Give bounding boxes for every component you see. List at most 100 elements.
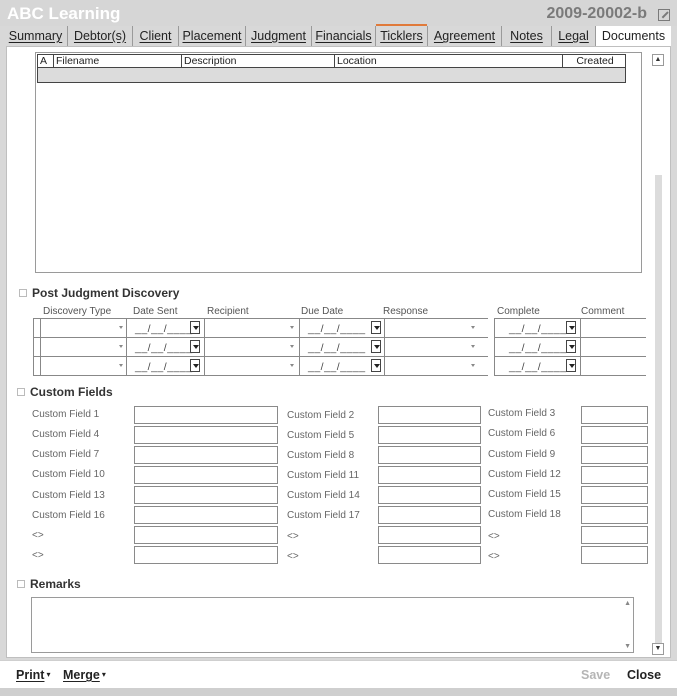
custom-field-5-input[interactable] (378, 426, 481, 444)
scroll-thumb[interactable] (655, 175, 662, 643)
custom-field-extra-input[interactable] (581, 546, 648, 564)
scroll-up-arrow-icon[interactable]: ▲ (652, 54, 664, 66)
scroll-down-arrow-icon[interactable]: ▼ (624, 643, 631, 650)
custom-field-label: <> (287, 531, 299, 542)
tab-debtors[interactable]: Debtor(s) (68, 26, 133, 46)
custom-field-16-input[interactable] (134, 506, 278, 524)
response-select[interactable] (384, 357, 480, 375)
row-selector[interactable] (33, 319, 40, 337)
close-button[interactable]: Close (627, 668, 661, 682)
col-header-location[interactable]: Location (335, 55, 563, 67)
tab-notes[interactable]: Notes (502, 26, 552, 46)
save-button[interactable]: Save (581, 668, 610, 682)
merge-label: Merge (63, 668, 100, 682)
recipient-select[interactable] (204, 338, 299, 356)
tab-placement[interactable]: Placement (179, 26, 246, 46)
scroll-down-arrow-icon[interactable]: ▼ (652, 643, 664, 655)
custom-field-13-input[interactable] (134, 486, 278, 504)
complete-date-field[interactable]: __/__/____ (494, 319, 580, 337)
section-collapse-icon[interactable] (17, 388, 25, 396)
remarks-title: Remarks (17, 577, 81, 591)
complete-date-field[interactable]: __/__/____ (494, 338, 580, 356)
date-sent-field[interactable]: __/__/____ (126, 319, 204, 337)
calendar-dropdown-icon[interactable] (371, 359, 381, 372)
custom-field-extra-input[interactable] (378, 546, 481, 564)
custom-field-1-input[interactable] (134, 406, 278, 424)
custom-field-9-input[interactable] (581, 446, 648, 464)
col-header-description[interactable]: Description (182, 55, 335, 67)
due-date-field[interactable]: __/__/____ (299, 357, 384, 375)
response-select[interactable] (384, 319, 480, 337)
custom-field-18-input[interactable] (581, 506, 648, 524)
calendar-dropdown-icon[interactable] (190, 359, 200, 372)
col-header-comment: Comment (581, 306, 625, 317)
custom-field-extra-input[interactable] (134, 546, 278, 564)
chevron-down-icon: ▾ (46, 670, 51, 679)
custom-field-3-input[interactable] (581, 406, 648, 424)
recipient-select[interactable] (204, 357, 299, 375)
calendar-dropdown-icon[interactable] (566, 340, 576, 353)
due-date-field[interactable]: __/__/____ (299, 319, 384, 337)
documents-new-row[interactable] (37, 68, 626, 83)
chevron-down-icon (471, 326, 475, 329)
date-sent-field[interactable]: __/__/____ (126, 338, 204, 356)
custom-field-6-input[interactable] (581, 426, 648, 444)
comment-field[interactable] (580, 319, 646, 337)
custom-field-11-input[interactable] (378, 466, 481, 484)
custom-field-17-input[interactable] (378, 506, 481, 524)
tab-judgment[interactable]: Judgment (246, 26, 312, 46)
tab-financials[interactable]: Financials (312, 26, 376, 46)
calendar-dropdown-icon[interactable] (566, 359, 576, 372)
calendar-dropdown-icon[interactable] (371, 321, 381, 334)
comment-field[interactable] (580, 338, 646, 356)
merge-menu-button[interactable]: Merge ▾ (63, 668, 106, 682)
custom-field-extra-input[interactable] (378, 526, 481, 544)
custom-field-label: Custom Field 5 (287, 430, 355, 441)
comment-field[interactable] (580, 357, 646, 375)
tab-summary[interactable]: Summary (4, 26, 68, 46)
discovery-type-select[interactable] (40, 319, 126, 337)
col-header-created[interactable]: Created (563, 55, 625, 67)
custom-field-8-input[interactable] (378, 446, 481, 464)
response-select[interactable] (384, 338, 480, 356)
complete-date-field[interactable]: __/__/____ (494, 357, 580, 375)
tab-ticklers[interactable]: Ticklers (376, 24, 428, 46)
discovery-type-select[interactable] (40, 357, 126, 375)
calendar-dropdown-icon[interactable] (566, 321, 576, 334)
custom-field-12-input[interactable] (581, 466, 648, 484)
tab-legal[interactable]: Legal (552, 26, 596, 46)
calendar-dropdown-icon[interactable] (371, 340, 381, 353)
custom-field-14-input[interactable] (378, 486, 481, 504)
scroll-up-arrow-icon[interactable]: ▲ (624, 600, 631, 607)
row-selector[interactable] (33, 338, 40, 356)
section-collapse-icon[interactable] (19, 289, 27, 297)
documents-list[interactable]: A Filename Description Location Created (35, 52, 642, 273)
remarks-textarea[interactable]: ▲ ▼ (31, 597, 634, 653)
custom-field-label: Custom Field 2 (287, 410, 355, 421)
discovery-type-select[interactable] (40, 338, 126, 356)
print-menu-button[interactable]: Print ▾ (16, 668, 51, 682)
custom-field-7-input[interactable] (134, 446, 278, 464)
col-header-a[interactable]: A (38, 55, 54, 67)
custom-field-4-input[interactable] (134, 426, 278, 444)
due-date-field[interactable]: __/__/____ (299, 338, 384, 356)
tab-documents[interactable]: Documents (596, 26, 671, 46)
custom-field-extra-input[interactable] (581, 526, 648, 544)
tab-label: Documents (601, 29, 666, 43)
recipient-select[interactable] (204, 319, 299, 337)
col-header-filename[interactable]: Filename (54, 55, 182, 67)
popout-icon[interactable] (658, 9, 670, 21)
col-header-date-sent: Date Sent (133, 306, 178, 317)
tab-agreement[interactable]: Agreement (428, 26, 502, 46)
vertical-scrollbar[interactable]: ▲ ▼ (652, 51, 666, 655)
calendar-dropdown-icon[interactable] (190, 321, 200, 334)
section-collapse-icon[interactable] (17, 580, 25, 588)
row-selector[interactable] (33, 357, 40, 375)
custom-field-10-input[interactable] (134, 466, 278, 484)
custom-field-2-input[interactable] (378, 406, 481, 424)
custom-field-15-input[interactable] (581, 486, 648, 504)
custom-field-extra-input[interactable] (134, 526, 278, 544)
tab-client[interactable]: Client (133, 26, 179, 46)
date-sent-field[interactable]: __/__/____ (126, 357, 204, 375)
calendar-dropdown-icon[interactable] (190, 340, 200, 353)
